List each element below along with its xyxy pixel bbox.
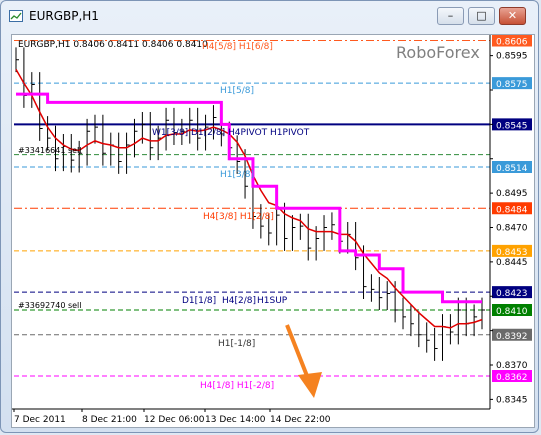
- watermark: RoboForex: [396, 43, 480, 62]
- price-chart[interactable]: 0.86060.85750.85450.85140.84840.84530.84…: [12, 34, 534, 427]
- level-price-tag-text: 0.8392: [496, 332, 528, 342]
- label-h1-3-8: H1[3/8]: [220, 170, 254, 180]
- chart-plot-area[interactable]: 0.8606 0.8575 0.8545 0.8514 0.8484 0.8453 0.84…: [11, 34, 535, 428]
- maximize-button[interactable]: □: [468, 7, 495, 25]
- y-tick-label: 0.8370: [496, 361, 528, 371]
- label-pivot: W1[3/8] D1[2/8] H4PIVOT H1PIVOT: [152, 128, 310, 138]
- label-d1-1-8: D1[1/8]: [182, 296, 216, 306]
- close-button[interactable]: ✕: [499, 7, 526, 25]
- level-price-tag-text: 0.8514: [496, 164, 528, 174]
- level-price-tag-text: 0.8453: [496, 248, 528, 258]
- order-label: #33416641 sell: [18, 146, 82, 155]
- x-tick-label: 14 Dec 22:00: [270, 415, 331, 425]
- y-tick-label: 0.8445: [496, 258, 528, 268]
- chart-header: EURGBP,H1 0.8406 0.8411 0.8406 0.8410: [18, 40, 208, 50]
- y-tick-label: 0.8470: [496, 224, 528, 234]
- label-h1-minus-1-8: H1[-1/8]: [218, 339, 255, 349]
- chart-window-icon: [9, 10, 23, 22]
- x-tick-label: 12 Dec 06:00: [144, 415, 205, 425]
- minimize-button[interactable]: –: [437, 7, 464, 25]
- level-price-tag-text: 0.8606: [496, 38, 528, 48]
- label-h1-5-8: H1[5/8]: [220, 86, 254, 96]
- x-tick-label: 7 Dec 2011: [14, 415, 66, 425]
- x-tick-label: 8 Dec 21:00: [82, 415, 137, 425]
- level-price-tag-text: 0.8423: [496, 289, 528, 299]
- label-h4-2-8: H4[2/8]: [222, 296, 256, 306]
- level-price-tag-text: 0.8410: [496, 307, 528, 317]
- forecast-arrow: [285, 324, 322, 398]
- label-h4-1-8: H4[1/8] H1[-2/8]: [200, 381, 274, 391]
- label-h4-5-8: H4[5/8] H1[6/8]: [202, 42, 273, 52]
- window-title: EURGBP,H1: [29, 9, 99, 23]
- chart-window: EURGBP,H1 – □ ✕ 0.8606 0.8575 0.8545 0.8514…: [0, 0, 539, 433]
- y-tick-label: 0.8345: [496, 395, 528, 405]
- level-price-tag-text: 0.8484: [496, 205, 528, 215]
- label-h1-sup: H1SUP: [257, 296, 288, 306]
- label-h4-3-8: H4[3/8] H1[2/8]: [203, 212, 274, 222]
- title-bar[interactable]: EURGBP,H1 – □ ✕: [1, 1, 538, 31]
- order-label: #33692740 sell: [18, 301, 82, 310]
- moving-average-line: [15, 69, 483, 329]
- y-tick-label: 0.8595: [496, 52, 528, 62]
- level-price-tag-text: 0.8545: [496, 121, 528, 131]
- y-tick-label: 0.8495: [496, 189, 528, 199]
- level-price-tag-text: 0.8575: [496, 80, 528, 90]
- x-tick-label: 13 Dec 14:00: [205, 415, 266, 425]
- level-price-tag-text: 0.8362: [496, 373, 528, 383]
